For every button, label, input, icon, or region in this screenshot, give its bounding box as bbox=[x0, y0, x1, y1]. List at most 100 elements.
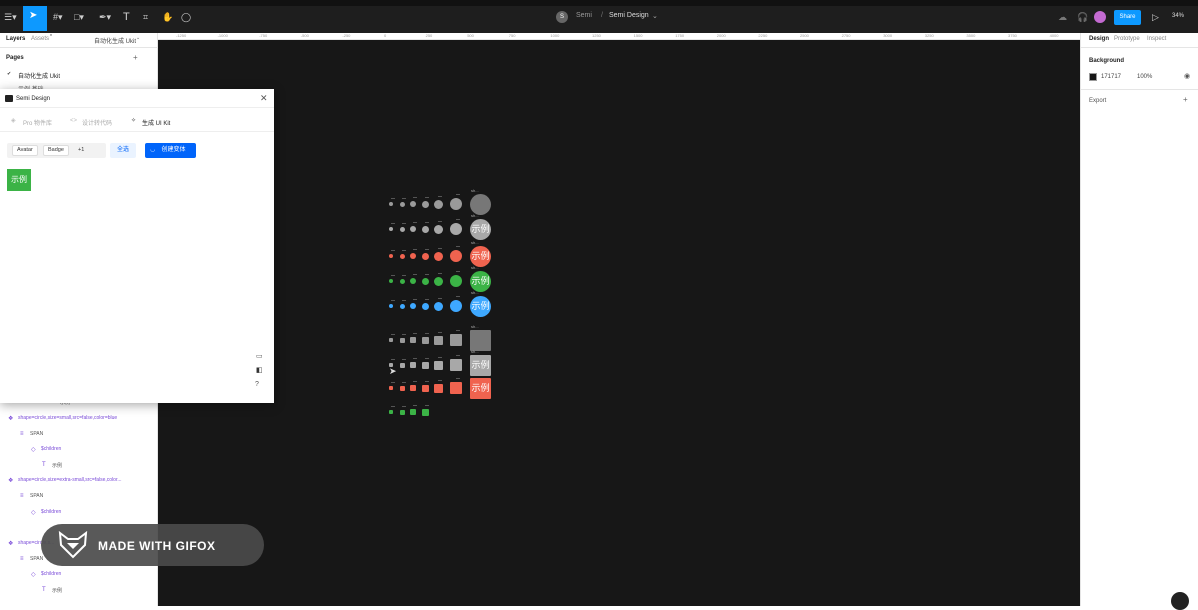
avatar-circle[interactable] bbox=[399, 303, 405, 309]
avatar-circle[interactable] bbox=[450, 198, 462, 210]
tab-generate-ui-kit[interactable]: 生成 UI Kit bbox=[142, 118, 170, 127]
layer-item[interactable]: $children bbox=[41, 446, 61, 452]
eye-icon[interactable]: ◉ bbox=[1184, 72, 1190, 80]
zoom-level[interactable]: 34% bbox=[1172, 13, 1184, 19]
avatar-circle[interactable] bbox=[410, 201, 416, 207]
comment-tool-icon[interactable]: ◯ bbox=[181, 10, 191, 24]
layer-item[interactable]: $children bbox=[41, 509, 61, 515]
avatar-circle[interactable] bbox=[410, 253, 416, 259]
avatar-circle[interactable] bbox=[389, 227, 393, 231]
user-avatar[interactable] bbox=[1094, 11, 1106, 23]
avatar-square[interactable] bbox=[450, 382, 462, 394]
avatar-circle[interactable] bbox=[399, 226, 405, 232]
avatar-circle[interactable] bbox=[389, 254, 393, 258]
resources-icon[interactable]: ⌗ bbox=[143, 10, 148, 24]
avatar-circle[interactable] bbox=[450, 275, 462, 287]
tab-assets[interactable]: Assets bbox=[31, 36, 49, 42]
avatar-circle[interactable] bbox=[433, 224, 443, 234]
avatar-circle[interactable] bbox=[433, 251, 443, 261]
avatar-circle-large[interactable]: 示例 bbox=[470, 219, 491, 240]
help-icon[interactable]: ? bbox=[255, 381, 259, 388]
avatar-square-large[interactable]: 示例 bbox=[470, 378, 491, 399]
avatar-square[interactable] bbox=[410, 409, 416, 415]
layer-item[interactable]: $children bbox=[41, 571, 61, 577]
avatar-square[interactable] bbox=[389, 386, 393, 390]
avatar-circle[interactable] bbox=[421, 200, 429, 208]
chevron-down-icon[interactable]: ⌄ bbox=[136, 35, 140, 41]
avatar-circle[interactable] bbox=[421, 302, 429, 310]
text-tool-icon[interactable]: T bbox=[123, 10, 130, 24]
tab-prototype[interactable]: Prototype bbox=[1114, 36, 1140, 42]
avatar-circle[interactable] bbox=[421, 225, 429, 233]
avatar-circle[interactable] bbox=[410, 226, 416, 232]
avatar-square[interactable] bbox=[421, 336, 429, 344]
select-all-button[interactable]: 全选 bbox=[110, 143, 136, 158]
avatar-square[interactable] bbox=[421, 384, 429, 392]
theme-toggle-icon[interactable]: ◧ bbox=[256, 366, 263, 374]
avatar-circle-large[interactable]: 示例 bbox=[470, 271, 491, 292]
avatar-square[interactable] bbox=[433, 383, 443, 393]
avatar-square[interactable] bbox=[389, 410, 393, 414]
background-opacity[interactable]: 100% bbox=[1137, 74, 1152, 80]
background-hex[interactable]: 171717 bbox=[1101, 74, 1121, 80]
background-swatch[interactable] bbox=[1089, 73, 1097, 81]
tab-design-to-code[interactable]: 设计转代码 bbox=[82, 118, 112, 127]
avatar-square[interactable] bbox=[399, 362, 405, 368]
avatar-square[interactable] bbox=[399, 337, 405, 343]
layer-item[interactable]: SPAN bbox=[30, 493, 43, 499]
tab-pro-library[interactable]: Pro 物件库 bbox=[23, 118, 52, 127]
layer-item[interactable]: shape=circle,size=extra-small,src=false,… bbox=[18, 477, 122, 483]
close-icon[interactable]: ✕ bbox=[260, 93, 268, 104]
frame-tool-icon[interactable]: #▾ bbox=[53, 10, 63, 24]
avatar-circle[interactable] bbox=[450, 223, 462, 235]
avatar-square[interactable] bbox=[410, 362, 416, 368]
layer-item[interactable]: SPAN bbox=[30, 431, 43, 437]
avatar-circle[interactable] bbox=[389, 304, 393, 308]
tab-design[interactable]: Design bbox=[1089, 36, 1109, 42]
avatar-circle[interactable] bbox=[389, 279, 393, 283]
avatar-square[interactable] bbox=[410, 337, 416, 343]
avatar-circle[interactable] bbox=[450, 300, 462, 312]
present-icon[interactable]: ▷ bbox=[1152, 10, 1159, 24]
canvas[interactable]: sh... 示例 sh... 示例 sh... 示例 sh... 示例 sh... sh... 示例… bbox=[158, 40, 1080, 606]
avatar-circle[interactable] bbox=[433, 276, 443, 286]
move-tool-button[interactable]: ➤ bbox=[23, 6, 47, 31]
avatar-circle[interactable] bbox=[421, 252, 429, 260]
shape-tool-icon[interactable]: □▾ bbox=[74, 10, 84, 24]
avatar-square[interactable] bbox=[421, 408, 429, 416]
component-select[interactable]: Avatar Badge +1 bbox=[7, 143, 106, 158]
pen-tool-icon[interactable]: ✒▾ bbox=[99, 10, 111, 24]
avatar-square[interactable] bbox=[399, 385, 405, 391]
chip-badge[interactable]: Badge bbox=[43, 145, 69, 156]
avatar-square-large[interactable] bbox=[470, 330, 491, 351]
project-name[interactable]: Semi bbox=[576, 12, 592, 19]
avatar-square[interactable] bbox=[450, 334, 462, 346]
avatar-circle[interactable] bbox=[399, 278, 405, 284]
avatar-circle[interactable] bbox=[450, 250, 462, 262]
avatar-circle[interactable] bbox=[389, 202, 393, 206]
avatar-circle-large[interactable]: 示例 bbox=[470, 246, 491, 267]
avatar-square[interactable] bbox=[399, 409, 405, 415]
layer-item[interactable]: 示例 bbox=[52, 587, 62, 594]
avatar-square[interactable] bbox=[433, 360, 443, 370]
hand-tool-icon[interactable]: ✋ bbox=[162, 10, 173, 24]
avatar-circle[interactable] bbox=[433, 301, 443, 311]
page-item-current[interactable]: 自动化生成 Ukit bbox=[18, 71, 60, 80]
avatar-circle[interactable] bbox=[399, 253, 405, 259]
doc-title[interactable]: Semi Design bbox=[609, 12, 649, 19]
create-variants-button[interactable]: ◡ 创建变体 bbox=[145, 143, 196, 158]
avatar-circle[interactable] bbox=[399, 201, 405, 207]
avatar-square[interactable] bbox=[421, 361, 429, 369]
avatar-square[interactable] bbox=[433, 335, 443, 345]
layer-item[interactable]: shape=circle,size=small,src=false,color=… bbox=[18, 415, 117, 421]
tab-layers[interactable]: Layers bbox=[6, 36, 25, 42]
chip-avatar[interactable]: Avatar bbox=[12, 145, 38, 156]
layer-item[interactable]: SPAN bbox=[30, 556, 43, 562]
help-bubble-icon[interactable] bbox=[1171, 592, 1189, 610]
headphones-icon[interactable]: 🎧 bbox=[1077, 10, 1088, 24]
avatar-square[interactable] bbox=[450, 359, 462, 371]
avatar-circle-large[interactable]: 示例 bbox=[470, 296, 491, 317]
tab-inspect[interactable]: Inspect bbox=[1147, 36, 1166, 42]
page-dropdown[interactable]: 自动化生成 Ukit bbox=[94, 36, 136, 45]
chevron-down-icon[interactable]: ⌄ bbox=[652, 12, 658, 20]
